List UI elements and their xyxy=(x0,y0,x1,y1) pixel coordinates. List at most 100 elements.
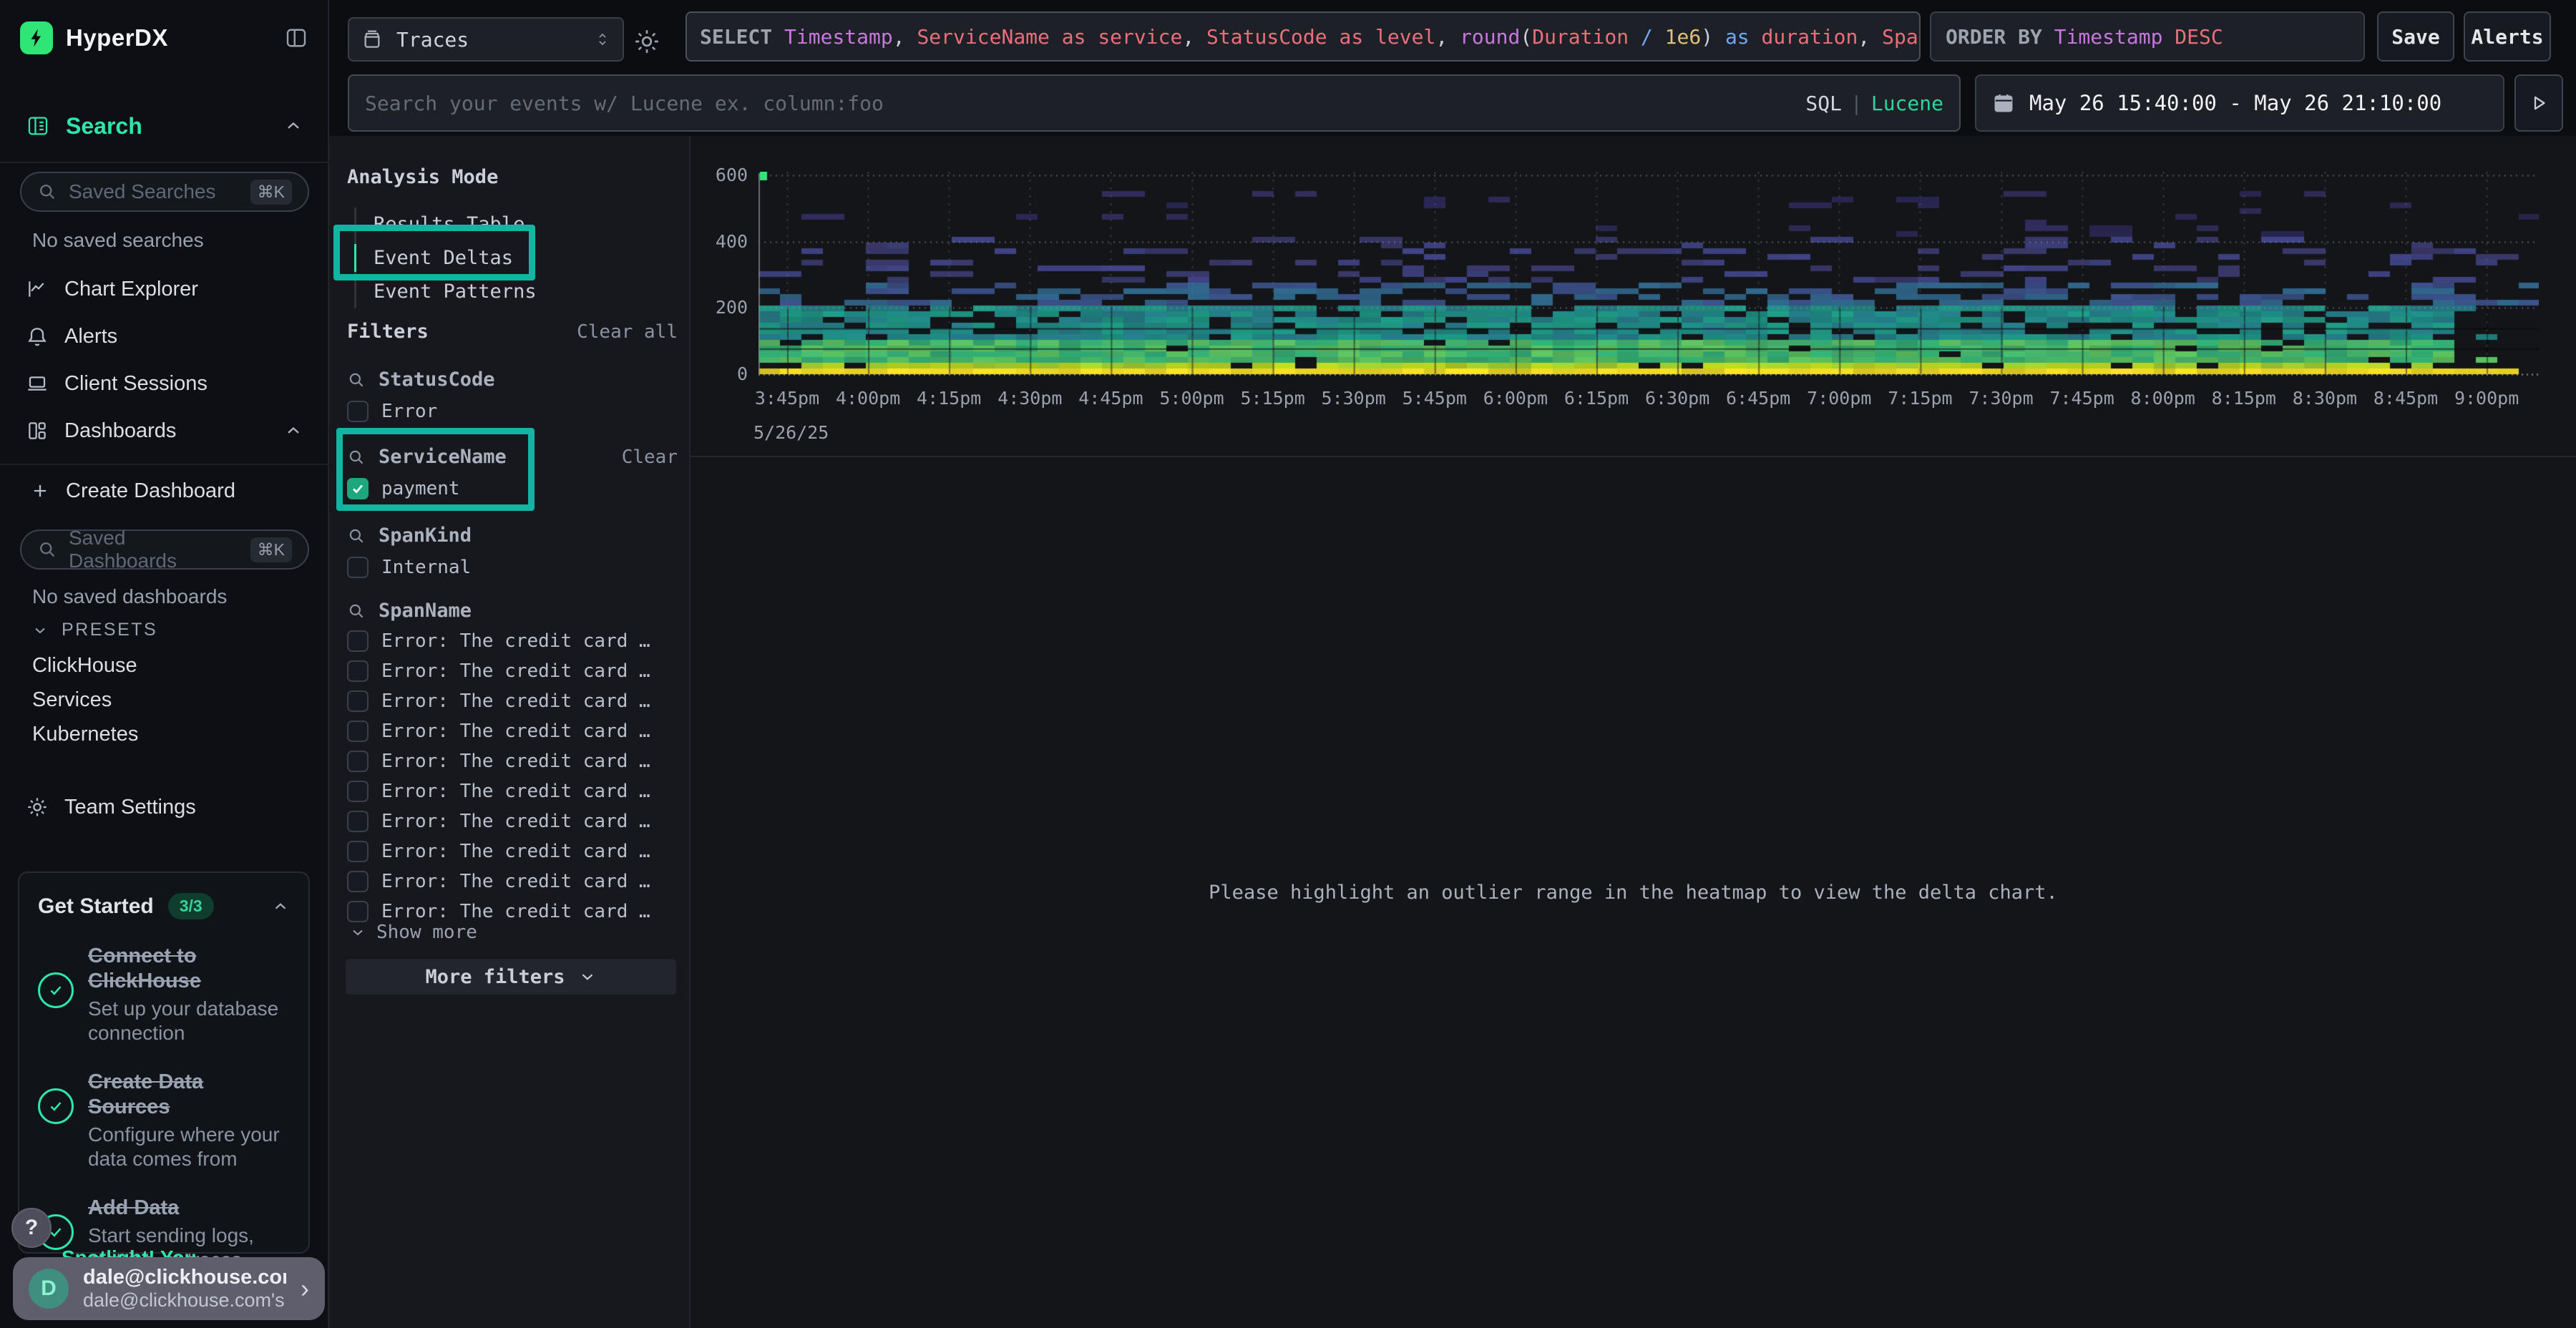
preset-clickhouse[interactable]: ClickHouse xyxy=(32,654,137,678)
search-icon[interactable] xyxy=(347,602,366,620)
saved-searches-placeholder: Saved Searches xyxy=(69,180,239,203)
checkbox[interactable] xyxy=(347,811,369,832)
sidebar-collapse-icon[interactable] xyxy=(283,25,309,51)
checkbox[interactable] xyxy=(347,401,369,422)
chevron-up-icon[interactable] xyxy=(283,116,303,136)
checkbox[interactable] xyxy=(347,901,369,922)
filter-option[interactable]: Error: The credit card … xyxy=(347,660,678,682)
search-input[interactable]: Search your events w/ Lucene ex. column:… xyxy=(348,74,1961,132)
filter-option[interactable]: Error: The credit card … xyxy=(347,751,678,772)
x-tick-label: 3:45pm xyxy=(755,388,819,409)
sql-token: Timestamp xyxy=(784,25,893,49)
get-started-header[interactable]: Get Started 3/3 xyxy=(38,893,290,919)
filter-option[interactable]: Error xyxy=(347,401,678,422)
alerts-button[interactable]: Alerts xyxy=(2464,11,2551,62)
lucene-mode-toggle[interactable]: Lucene xyxy=(1871,92,1943,115)
cmd-k-shortcut: ⌘K xyxy=(250,180,292,205)
filter-option[interactable]: payment xyxy=(347,478,678,499)
help-button[interactable]: ? xyxy=(11,1208,52,1248)
checkbox[interactable] xyxy=(347,557,369,578)
analysis-mode-option[interactable]: Event Patterns xyxy=(356,275,537,308)
x-tick-label: 6:45pm xyxy=(1726,388,1790,409)
checkbox[interactable] xyxy=(347,478,369,499)
filter-option[interactable]: Error: The credit card … xyxy=(347,781,678,802)
sidebar-item-chart-explorer[interactable]: Chart Explorer xyxy=(0,266,329,312)
sidebar-item-dashboards[interactable]: Dashboards xyxy=(0,408,329,454)
sql-token: Duration xyxy=(1532,25,1629,49)
save-button[interactable]: Save xyxy=(2377,11,2454,62)
sidebar-item-alerts[interactable]: Alerts xyxy=(0,313,329,359)
filter-option-label: Error: The credit card … xyxy=(381,690,650,712)
sql-select-input[interactable]: SELECT Timestamp, ServiceName as service… xyxy=(686,11,1921,62)
filter-option[interactable]: Error: The credit card … xyxy=(347,721,678,742)
user-menu[interactable]: D dale@clickhouse.com dale@clickhouse.co… xyxy=(13,1257,325,1320)
create-dashboard-button[interactable]: Create Dashboard xyxy=(0,468,329,514)
get-started-item-title: Connect to ClickHouse xyxy=(88,944,290,994)
selector-chevrons-icon xyxy=(594,31,611,48)
run-query-button[interactable] xyxy=(2514,74,2563,132)
search-icon[interactable] xyxy=(347,527,366,545)
analysis-mode-option-label: Event Deltas xyxy=(374,247,513,269)
sql-token: SELECT xyxy=(700,25,784,49)
analysis-mode-option[interactable]: Results Table xyxy=(356,208,537,241)
checkbox[interactable] xyxy=(347,630,369,652)
x-tick-label: 7:30pm xyxy=(1968,388,2033,409)
filter-option[interactable]: Error: The credit card … xyxy=(347,811,678,832)
search-section-icon xyxy=(26,114,50,138)
time-range-picker[interactable]: May 26 15:40:00 - May 26 21:10:00 xyxy=(1975,74,2504,132)
saved-searches-input[interactable]: Saved Searches ⌘K xyxy=(20,172,309,212)
sql-mode-toggle[interactable]: SQL xyxy=(1805,92,1842,115)
preset-kubernetes[interactable]: Kubernetes xyxy=(32,723,138,746)
checkbox[interactable] xyxy=(347,751,369,772)
checkbox[interactable] xyxy=(347,690,369,712)
search-icon[interactable] xyxy=(347,448,366,467)
chart-area: 6004002000 3:45pm4:00pm4:15pm4:30pm4:45p… xyxy=(691,136,2576,1328)
source-settings-gear-icon[interactable] xyxy=(633,27,661,56)
chevron-down-icon xyxy=(578,967,597,986)
delta-chart-empty-message: Please highlight an outlier range in the… xyxy=(1209,882,2058,904)
filter-option[interactable]: Error: The credit card … xyxy=(347,630,678,652)
no-saved-dashboards-text: No saved dashboards xyxy=(32,585,227,608)
filter-option[interactable]: Error: The credit card … xyxy=(347,901,678,922)
sidebar-item-search[interactable]: Search xyxy=(0,104,329,147)
checkbox[interactable] xyxy=(347,721,369,742)
sql-token: , xyxy=(1435,25,1460,49)
get-started-item[interactable]: Create Data Sources Configure where your… xyxy=(38,1070,290,1171)
sidebar-item-team-settings[interactable]: Team Settings xyxy=(0,784,329,830)
sidebar-item-client-sessions[interactable]: Client Sessions xyxy=(0,361,329,406)
filter-option[interactable]: Error: The credit card … xyxy=(347,871,678,892)
sql-token: Span xyxy=(1882,25,1921,49)
more-filters-button[interactable]: More filters xyxy=(346,959,676,995)
filter-option[interactable]: Error: The credit card … xyxy=(347,841,678,862)
x-tick-label: 5:00pm xyxy=(1159,388,1224,409)
checkbox[interactable] xyxy=(347,841,369,862)
duration-heatmap[interactable]: 6004002000 3:45pm4:00pm4:15pm4:30pm4:45p… xyxy=(691,136,2576,456)
analysis-mode-option[interactable]: Event Deltas xyxy=(356,241,537,275)
sql-token: duration xyxy=(1750,25,1858,49)
order-by-input[interactable]: ORDER BY Timestamp DESC xyxy=(1930,11,2365,62)
filter-group-name: SpanKind xyxy=(379,524,472,547)
clear-all-button[interactable]: Clear all xyxy=(577,321,678,343)
source-select[interactable]: Traces xyxy=(348,17,624,62)
x-tick-label: 7:00pm xyxy=(1807,388,1871,409)
presets-toggle[interactable]: PRESETS xyxy=(31,620,157,640)
filter-option-label: Error: The credit card … xyxy=(381,781,650,802)
clear-filter-button[interactable]: Clear xyxy=(622,446,678,468)
filter-option-label: Error: The credit card … xyxy=(381,721,650,742)
checkbox[interactable] xyxy=(347,781,369,802)
preset-services[interactable]: Services xyxy=(32,688,112,712)
sidebar-item-label: Team Settings xyxy=(64,796,303,819)
heatmap-canvas[interactable] xyxy=(758,172,2539,379)
checkbox[interactable] xyxy=(347,660,369,682)
chevron-up-icon[interactable] xyxy=(283,421,303,441)
checkbox[interactable] xyxy=(347,871,369,892)
show-more-button[interactable]: Show more xyxy=(349,922,477,943)
filter-option-label: Error: The credit card … xyxy=(381,751,650,772)
x-tick-label: 5:15pm xyxy=(1240,388,1304,409)
saved-dashboards-input[interactable]: Saved Dashboards ⌘K xyxy=(20,529,309,570)
chevron-up-icon[interactable] xyxy=(271,897,290,916)
filter-option[interactable]: Internal xyxy=(347,557,678,578)
search-icon[interactable] xyxy=(347,371,366,389)
get-started-item[interactable]: Connect to ClickHouse Set up your databa… xyxy=(38,944,290,1045)
filter-option[interactable]: Error: The credit card … xyxy=(347,690,678,712)
